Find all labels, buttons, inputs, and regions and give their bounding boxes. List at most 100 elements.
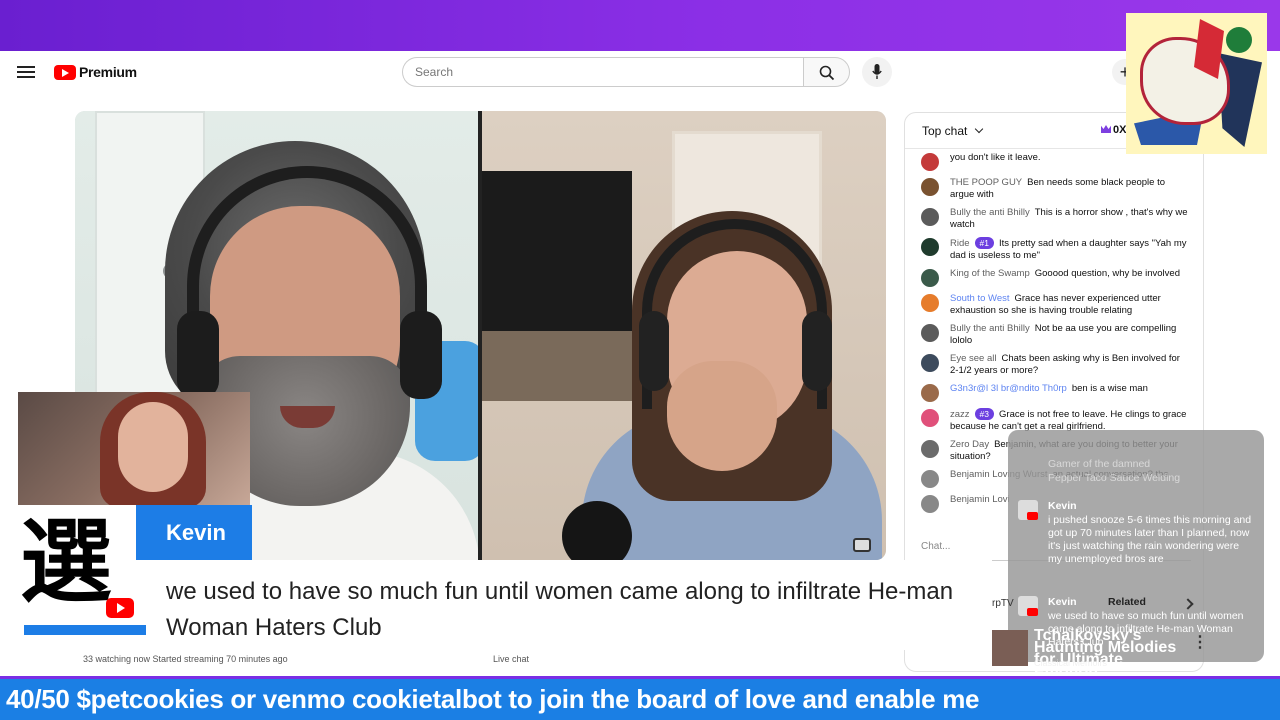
headphones bbox=[642, 219, 827, 409]
headphone-cup bbox=[400, 311, 442, 399]
chat-message-body: South to West Grace has never experienced… bbox=[950, 293, 1191, 317]
brand-label: Premium bbox=[79, 64, 137, 80]
chat-text: Gooood question, why be involved bbox=[1034, 268, 1180, 279]
chat-author[interactable]: Ride bbox=[950, 238, 970, 249]
chat-message[interactable]: King of the Swamp Gooood question, why be… bbox=[905, 265, 1203, 290]
chat-author[interactable]: Benjamin Lovi bbox=[950, 494, 1010, 505]
avatar[interactable] bbox=[921, 269, 939, 287]
related-video[interactable]: rpTV Tchaikovsky's Haunting Melodies for… bbox=[992, 596, 1208, 680]
youtube-icon bbox=[1018, 500, 1038, 520]
chat-message[interactable]: Bully the anti Bhilly Not be aa use you a… bbox=[905, 320, 1203, 350]
watching-count: 33 watching now Started streaming 70 min… bbox=[83, 654, 288, 664]
related-video-title: Tchaikovsky's Haunting Melodies for Ulti… bbox=[1034, 627, 1177, 680]
chat-message-body: King of the Swamp Gooood question, why be… bbox=[950, 268, 1180, 287]
avatar[interactable] bbox=[921, 208, 939, 226]
top-supporter-name: 0X bbox=[1113, 124, 1127, 136]
chat-message[interactable]: South to West Grace has never experienced… bbox=[905, 290, 1203, 320]
rank-badge: #1 bbox=[974, 237, 995, 249]
featured-message-box: we used to have so much fun until women … bbox=[146, 560, 992, 650]
guest-camera-right bbox=[482, 111, 886, 560]
chat-text: ben is a wise man bbox=[1071, 383, 1148, 394]
chat-author[interactable]: Zero Day bbox=[950, 439, 989, 450]
avatar[interactable] bbox=[921, 178, 939, 196]
chevron-down-icon bbox=[974, 124, 983, 134]
headphone-cup bbox=[639, 311, 669, 391]
avatar[interactable] bbox=[921, 470, 939, 488]
stream-screen: Premium + bbox=[0, 0, 1280, 720]
headphone-cup bbox=[802, 311, 832, 391]
related-video-channel: Classical Memoirs bbox=[1034, 658, 1108, 668]
captions-icon[interactable] bbox=[853, 538, 871, 552]
shelf bbox=[482, 331, 642, 401]
top-purple-band bbox=[0, 0, 1280, 51]
chat-message[interactable]: G3n3r@l 3l br@ndito Th0rp ben is a wise m… bbox=[905, 380, 1203, 405]
chat-message-body: THE POOP GUY Ben needs some black people … bbox=[950, 177, 1191, 201]
chat-message-body: Ride #1 Its pretty sad when a daughter say… bbox=[950, 237, 1191, 262]
avatar[interactable] bbox=[921, 238, 939, 256]
host-hair bbox=[100, 392, 206, 508]
television bbox=[482, 171, 632, 331]
chat-message[interactable]: Eye see all Chats been asking why is Ben … bbox=[905, 350, 1203, 380]
avatar[interactable] bbox=[921, 440, 939, 458]
chatter-name: Kevin bbox=[166, 520, 226, 545]
chat-author[interactable]: Bully the anti Bhilly bbox=[950, 207, 1030, 218]
chat-author[interactable]: THE POOP GUY bbox=[950, 177, 1022, 188]
chat-message[interactable]: Bully the anti Bhilly This is a horror sh… bbox=[905, 204, 1203, 234]
chat-mode-dropdown[interactable]: Top chat bbox=[922, 124, 983, 138]
rank-badge: #3 bbox=[974, 408, 995, 420]
chat-mode-label: Top chat bbox=[922, 124, 968, 138]
avatar[interactable] bbox=[921, 354, 939, 372]
chat-author[interactable]: zazz bbox=[950, 409, 970, 420]
mic-icon bbox=[872, 64, 882, 79]
artwork-logo bbox=[1126, 13, 1267, 154]
youtube-header: Premium + bbox=[0, 51, 1280, 95]
crown-icon bbox=[1101, 125, 1111, 133]
chat-author[interactable]: South to West bbox=[950, 293, 1010, 304]
chat-author[interactable]: G3n3r@l 3l br@ndito Th0rp bbox=[950, 383, 1067, 394]
top-supporter[interactable]: 0X bbox=[1101, 124, 1126, 136]
channel-logo: 選 bbox=[16, 505, 136, 632]
chat-message-body: G3n3r@l 3l br@ndito Th0rp ben is a wise m… bbox=[950, 383, 1148, 402]
chat-message-body: Bully the anti Bhilly This is a horror sh… bbox=[950, 207, 1191, 231]
featured-message: we used to have so much fun until women … bbox=[166, 578, 954, 641]
search-button[interactable] bbox=[803, 57, 850, 87]
video-thumbnail bbox=[992, 630, 1028, 666]
notification-text: i pushed snooze 5-6 times this morning a… bbox=[1048, 514, 1252, 565]
live-chat-label: Live chat bbox=[493, 654, 530, 664]
search-icon bbox=[819, 65, 835, 81]
host-camera-inset bbox=[18, 392, 250, 508]
chat-message-body: you don't like it leave. bbox=[950, 152, 1041, 171]
related-channel-fragment: rpTV bbox=[992, 598, 1014, 609]
headphone-cup bbox=[177, 311, 219, 399]
ticker-text: 40/50 $petcookies or venmo cookietalbot … bbox=[6, 684, 980, 714]
ticker-bar: 40/50 $petcookies or venmo cookietalbot … bbox=[0, 676, 1280, 720]
youtube-logo[interactable]: Premium bbox=[54, 64, 137, 80]
youtube-play-icon bbox=[106, 598, 134, 618]
avatar[interactable] bbox=[921, 409, 939, 427]
avatar[interactable] bbox=[921, 294, 939, 312]
avatar[interactable] bbox=[921, 495, 939, 513]
chat-message[interactable]: Ride #1 Its pretty sad when a daughter say… bbox=[905, 234, 1203, 265]
logo-glyph: 選 bbox=[20, 508, 113, 616]
chat-message-body: Bully the anti Bhilly Not be aa use you a… bbox=[950, 323, 1191, 347]
chat-text: you don't like it leave. bbox=[950, 152, 1041, 163]
chat-author[interactable]: King of the Swamp bbox=[950, 268, 1030, 279]
avatar[interactable] bbox=[921, 384, 939, 402]
chat-message-body: Benjamin Lovi bbox=[950, 494, 1015, 513]
avatar[interactable] bbox=[921, 153, 939, 171]
voice-search-button[interactable] bbox=[862, 57, 892, 87]
notification-author: Kevin bbox=[1048, 500, 1077, 512]
more-options-icon[interactable]: ⋮ bbox=[1192, 632, 1208, 651]
chat-message[interactable]: THE POOP GUY Ben needs some black people … bbox=[905, 174, 1203, 204]
search-input[interactable] bbox=[402, 57, 803, 87]
headphones bbox=[187, 166, 427, 396]
chat-message-body: Eye see all Chats been asking why is Ben … bbox=[950, 353, 1191, 377]
chatter-name-tab: Kevin bbox=[136, 505, 252, 560]
accent-bar bbox=[24, 625, 146, 635]
chat-author[interactable]: Bully the anti Bhilly bbox=[950, 323, 1030, 334]
faded-text: Pepper Taco Sauce Welding bbox=[1048, 472, 1181, 484]
avatar[interactable] bbox=[921, 324, 939, 342]
menu-icon[interactable] bbox=[16, 63, 36, 83]
faded-author: Gamer of the damned bbox=[1048, 458, 1151, 470]
chat-author[interactable]: Eye see all bbox=[950, 353, 996, 364]
